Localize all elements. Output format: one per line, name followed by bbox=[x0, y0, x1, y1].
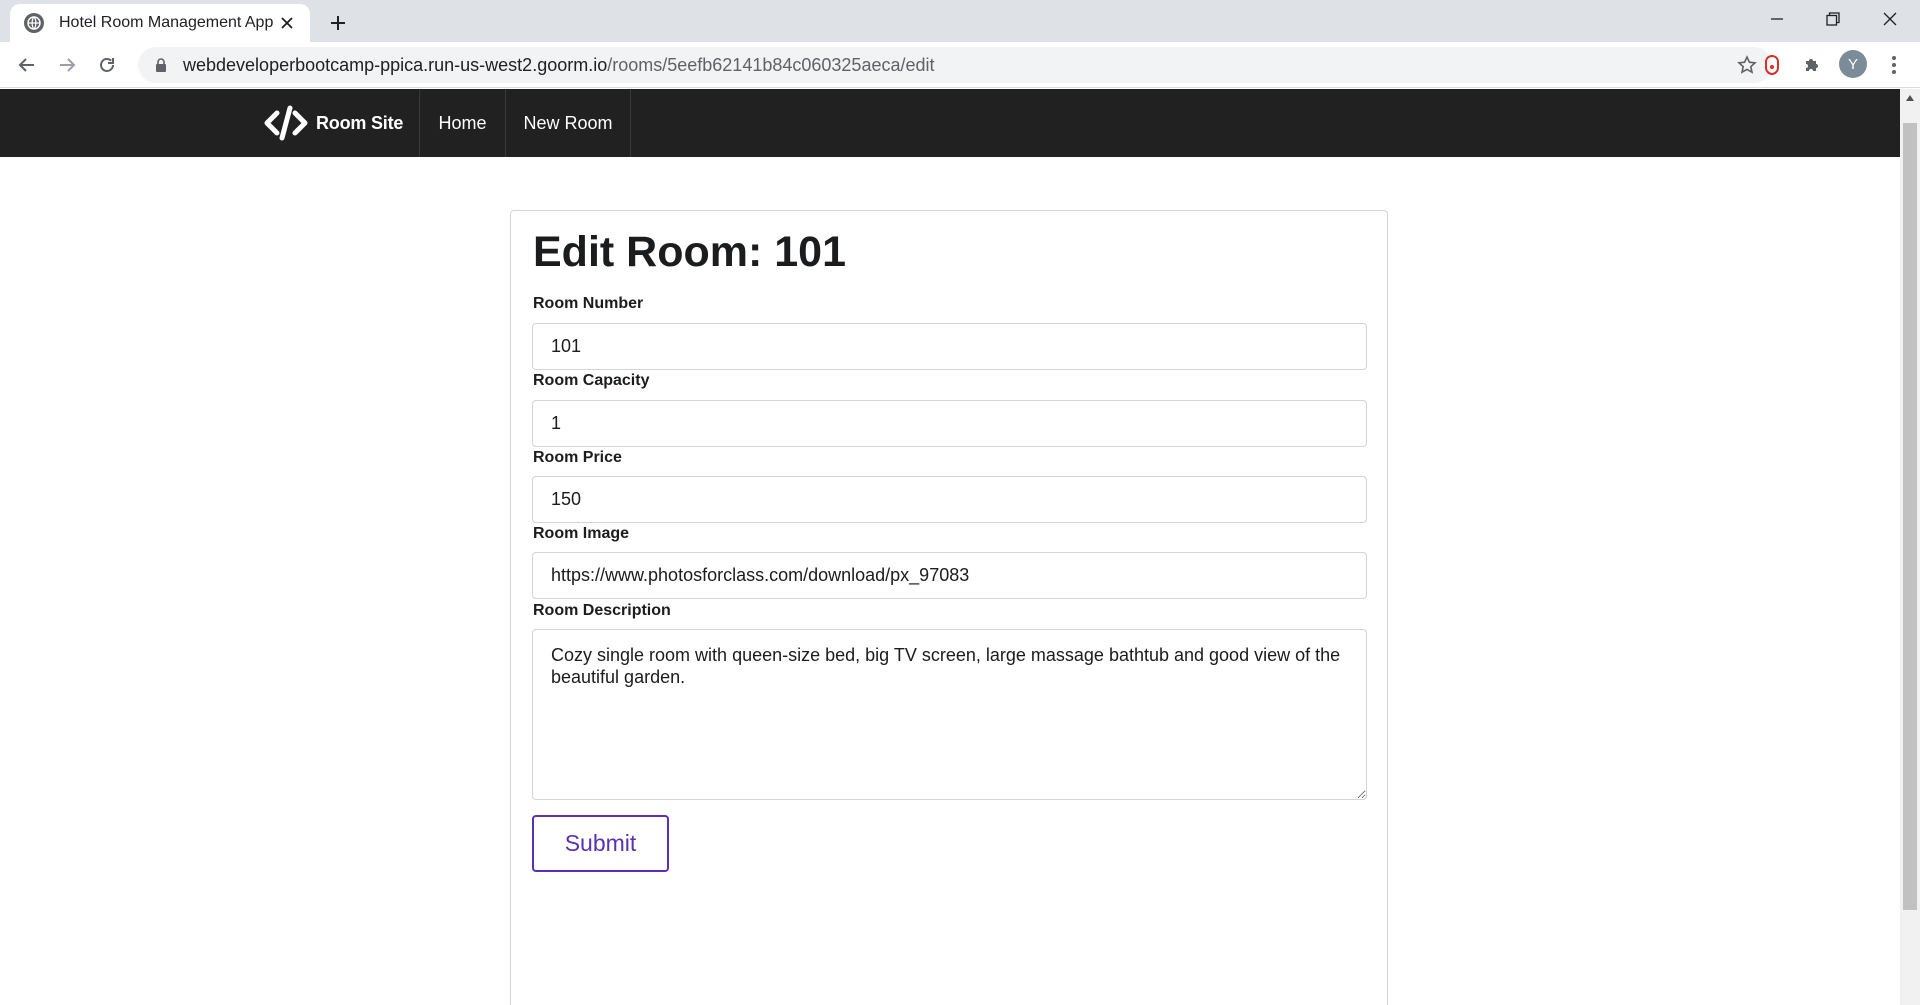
edit-room-form: Edit Room: 101 Room Number Room Capacity… bbox=[510, 210, 1388, 1005]
menu-kebab-icon[interactable] bbox=[1878, 49, 1910, 81]
minimize-window-icon[interactable] bbox=[1749, 0, 1805, 38]
browser-tabstrip: Hotel Room Management App bbox=[0, 0, 1920, 42]
room-capacity-input[interactable] bbox=[532, 400, 1367, 447]
room-price-input[interactable] bbox=[532, 476, 1367, 523]
room-description-label: Room Description bbox=[533, 602, 671, 619]
site-navbar: Room Site Home New Room bbox=[0, 89, 1900, 157]
url-path: /rooms/5eefb62141b84c060325aeca/edit bbox=[607, 54, 935, 75]
reload-icon[interactable] bbox=[91, 49, 123, 81]
brand-link[interactable]: Room Site bbox=[264, 89, 403, 157]
extension-shield-icon[interactable] bbox=[1756, 49, 1788, 81]
lock-icon[interactable] bbox=[153, 57, 169, 73]
browser-toolbar: webdeveloperbootcamp-ppica.run-us-west2.… bbox=[0, 42, 1920, 88]
nav-link-home[interactable]: Home bbox=[419, 89, 505, 157]
code-icon bbox=[264, 105, 308, 141]
page-viewport: Room Site Home New Room Edit Room: 101 R… bbox=[0, 89, 1900, 1005]
room-image-input[interactable] bbox=[532, 552, 1367, 599]
submit-button[interactable]: Submit bbox=[532, 815, 669, 872]
close-tab-icon[interactable] bbox=[276, 12, 298, 34]
room-capacity-label: Room Capacity bbox=[533, 372, 650, 389]
profile-avatar[interactable]: Y bbox=[1839, 50, 1867, 78]
scrollbar-thumb[interactable] bbox=[1903, 123, 1917, 910]
globe-icon bbox=[24, 13, 44, 33]
url-host: webdeveloperbootcamp-ppica.run-us-west2.… bbox=[183, 54, 608, 75]
close-window-icon[interactable] bbox=[1862, 0, 1918, 38]
url-text: webdeveloperbootcamp-ppica.run-us-west2.… bbox=[183, 55, 935, 76]
tab-title: Hotel Room Management App bbox=[59, 14, 274, 31]
room-number-label: Room Number bbox=[533, 295, 644, 312]
forward-arrow-icon[interactable] bbox=[51, 49, 83, 81]
scroll-up-arrow-icon[interactable] bbox=[1900, 89, 1920, 107]
page-title: Edit Room: 101 bbox=[533, 228, 846, 276]
room-price-label: Room Price bbox=[533, 449, 622, 466]
new-tab-button[interactable] bbox=[323, 8, 353, 38]
address-bar[interactable]: webdeveloperbootcamp-ppica.run-us-west2.… bbox=[138, 47, 1772, 83]
browser-tab[interactable]: Hotel Room Management App bbox=[10, 4, 310, 42]
back-arrow-icon[interactable] bbox=[11, 49, 43, 81]
bookmark-star-icon[interactable] bbox=[1736, 54, 1758, 76]
room-description-textarea[interactable]: Cozy single room with queen-size bed, bi… bbox=[532, 629, 1367, 800]
restore-window-icon[interactable] bbox=[1805, 0, 1861, 38]
room-number-input[interactable] bbox=[532, 323, 1367, 370]
page-scrollbar[interactable] bbox=[1900, 89, 1920, 1005]
room-image-label: Room Image bbox=[533, 525, 630, 542]
extensions-puzzle-icon[interactable] bbox=[1796, 49, 1828, 81]
nav-link-new-room[interactable]: New Room bbox=[505, 89, 631, 157]
brand-name: Room Site bbox=[316, 112, 404, 133]
